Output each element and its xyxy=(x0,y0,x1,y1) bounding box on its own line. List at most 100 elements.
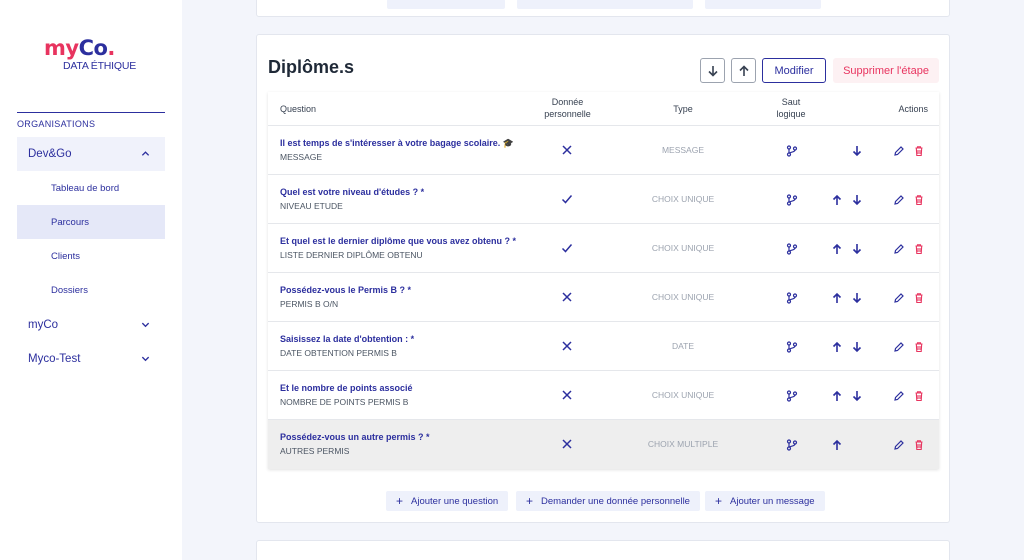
add-question-button[interactable]: + Ajouter une question xyxy=(386,491,509,511)
arrow-down-icon[interactable] xyxy=(851,292,863,304)
modify-step-button[interactable]: Modifier xyxy=(762,58,826,83)
trash-icon[interactable] xyxy=(913,341,925,353)
sidebar-org-myco[interactable]: myCo xyxy=(17,308,165,342)
edit-icon[interactable] xyxy=(893,341,905,353)
edit-icon[interactable] xyxy=(893,439,905,451)
arrow-up-icon[interactable] xyxy=(831,341,843,353)
check-icon xyxy=(561,195,573,204)
question-code: DATE OBTENTION PERMIS B xyxy=(280,348,397,358)
git-branch-icon[interactable] xyxy=(786,243,798,255)
ask-personal-data-button[interactable]: + Demander une donnée personnelle xyxy=(516,491,700,511)
ghost-button xyxy=(517,0,693,9)
arrow-up-icon[interactable] xyxy=(831,439,843,451)
trash-icon[interactable] xyxy=(913,145,925,157)
question-title[interactable]: Et quel est le dernier diplôme que vous … xyxy=(280,236,516,246)
arrow-down-icon[interactable] xyxy=(851,390,863,402)
cross-icon xyxy=(562,439,572,449)
delete-step-button[interactable]: Supprimer l'étape xyxy=(833,58,939,83)
question-type: MESSAGE xyxy=(661,145,705,155)
cross-icon xyxy=(562,390,572,400)
trash-icon[interactable] xyxy=(913,292,925,304)
sidebar-divider xyxy=(17,112,165,113)
arrow-up-icon[interactable] xyxy=(831,390,843,402)
logo-co: Co xyxy=(78,36,108,60)
sidebar-item-dossiers[interactable]: Dossiers xyxy=(17,273,165,307)
sidebar-item-label: Dossiers xyxy=(51,284,88,296)
question-title[interactable]: Possédez-vous un autre permis ? * xyxy=(280,432,430,442)
arrow-up-icon[interactable] xyxy=(831,194,843,206)
sidebar-section-title: ORGANISATIONS xyxy=(17,119,96,129)
cross-icon xyxy=(562,341,572,351)
plus-icon: + xyxy=(715,494,723,508)
header-type: Type xyxy=(673,104,693,114)
header-actions: Actions xyxy=(898,104,928,114)
add-question-label: Ajouter une question xyxy=(411,495,499,507)
edit-icon[interactable] xyxy=(893,194,905,206)
chevron-up-icon xyxy=(141,151,150,156)
ghost-button xyxy=(387,0,505,9)
question-type: CHOIX UNIQUE xyxy=(651,390,715,400)
move-step-up-button[interactable] xyxy=(731,58,756,83)
table-row: Quel est votre niveau d'études ? * NIVEAU… xyxy=(268,175,939,224)
add-message-button[interactable]: + Ajouter un message xyxy=(705,491,825,511)
edit-icon[interactable] xyxy=(893,292,905,304)
question-code: NIVEAU ETUDE xyxy=(280,201,343,211)
question-title[interactable]: Et le nombre de points associé xyxy=(280,383,413,393)
chevron-down-icon xyxy=(141,322,150,328)
arrow-down-icon[interactable] xyxy=(851,243,863,255)
sidebar-org-myco-test[interactable]: Myco-Test xyxy=(17,342,165,376)
logo-subtitle: DATA ÉTHIQUE xyxy=(63,60,137,72)
header-personal: Donnée personnelle xyxy=(544,97,591,119)
check-icon xyxy=(561,244,573,253)
table-row: Et le nombre de points associé NOMBRE DE … xyxy=(268,371,939,420)
trash-icon[interactable] xyxy=(913,243,925,255)
question-title[interactable]: Possédez-vous le Permis B ? * xyxy=(280,285,411,295)
sidebar-org-label: Myco-Test xyxy=(28,353,81,365)
question-type: CHOIX UNIQUE xyxy=(651,243,715,253)
table-row: Il est temps de s'intéresser à votre bag… xyxy=(268,126,939,175)
edit-icon[interactable] xyxy=(893,390,905,402)
arrow-up-icon xyxy=(738,64,749,76)
trash-icon[interactable] xyxy=(913,390,925,402)
git-branch-icon[interactable] xyxy=(786,194,798,206)
trash-icon[interactable] xyxy=(913,439,925,451)
next-step-card xyxy=(256,540,950,560)
questions-table: Question Donnée personnelle Type Saut lo… xyxy=(268,92,939,469)
git-branch-icon[interactable] xyxy=(786,292,798,304)
sidebar-org-label: myCo xyxy=(28,319,59,331)
question-title[interactable]: Saisissez la date d'obtention : * xyxy=(280,334,414,344)
git-branch-icon[interactable] xyxy=(786,341,798,353)
sidebar-item-tableau-de-bord[interactable]: Tableau de bord xyxy=(17,171,165,205)
sidebar-item-clients[interactable]: Clients xyxy=(17,239,165,273)
arrow-up-icon[interactable] xyxy=(831,292,843,304)
sidebar-item-label: Clients xyxy=(51,250,81,262)
table-header: Question Donnée personnelle Type Saut lo… xyxy=(268,92,939,126)
header-logic: Saut logique xyxy=(776,97,806,119)
question-type: CHOIX UNIQUE xyxy=(651,194,715,204)
question-title[interactable]: Il est temps de s'intéresser à votre bag… xyxy=(280,138,514,149)
question-type: CHOIX UNIQUE xyxy=(651,292,715,302)
sidebar-org-label: Dev&Go xyxy=(28,148,72,160)
trash-icon[interactable] xyxy=(913,194,925,206)
plus-icon: + xyxy=(396,494,404,508)
git-branch-icon[interactable] xyxy=(786,439,798,451)
git-branch-icon[interactable] xyxy=(786,390,798,402)
question-code: PERMIS B O/N xyxy=(280,299,339,309)
table-row: Saisissez la date d'obtention : * DATE OB… xyxy=(268,322,939,371)
question-title[interactable]: Quel est votre niveau d'études ? * xyxy=(280,187,424,197)
sidebar-org-devgo[interactable]: Dev&Go xyxy=(17,137,165,171)
move-step-down-button[interactable] xyxy=(700,58,725,83)
edit-icon[interactable] xyxy=(893,243,905,255)
arrow-down-icon[interactable] xyxy=(851,341,863,353)
table-body: Il est temps de s'intéresser à votre bag… xyxy=(268,126,939,469)
arrow-up-icon[interactable] xyxy=(831,243,843,255)
arrow-down-icon[interactable] xyxy=(851,194,863,206)
git-branch-icon[interactable] xyxy=(786,145,798,157)
arrow-down-icon[interactable] xyxy=(851,145,863,157)
cross-icon xyxy=(562,292,572,302)
header-question: Question xyxy=(280,104,317,114)
chevron-down-icon xyxy=(141,356,150,362)
edit-icon[interactable] xyxy=(893,145,905,157)
logo[interactable]: myCo. DATA ÉTHIQUE xyxy=(44,37,144,72)
sidebar-item-parcours[interactable]: Parcours xyxy=(17,205,165,239)
